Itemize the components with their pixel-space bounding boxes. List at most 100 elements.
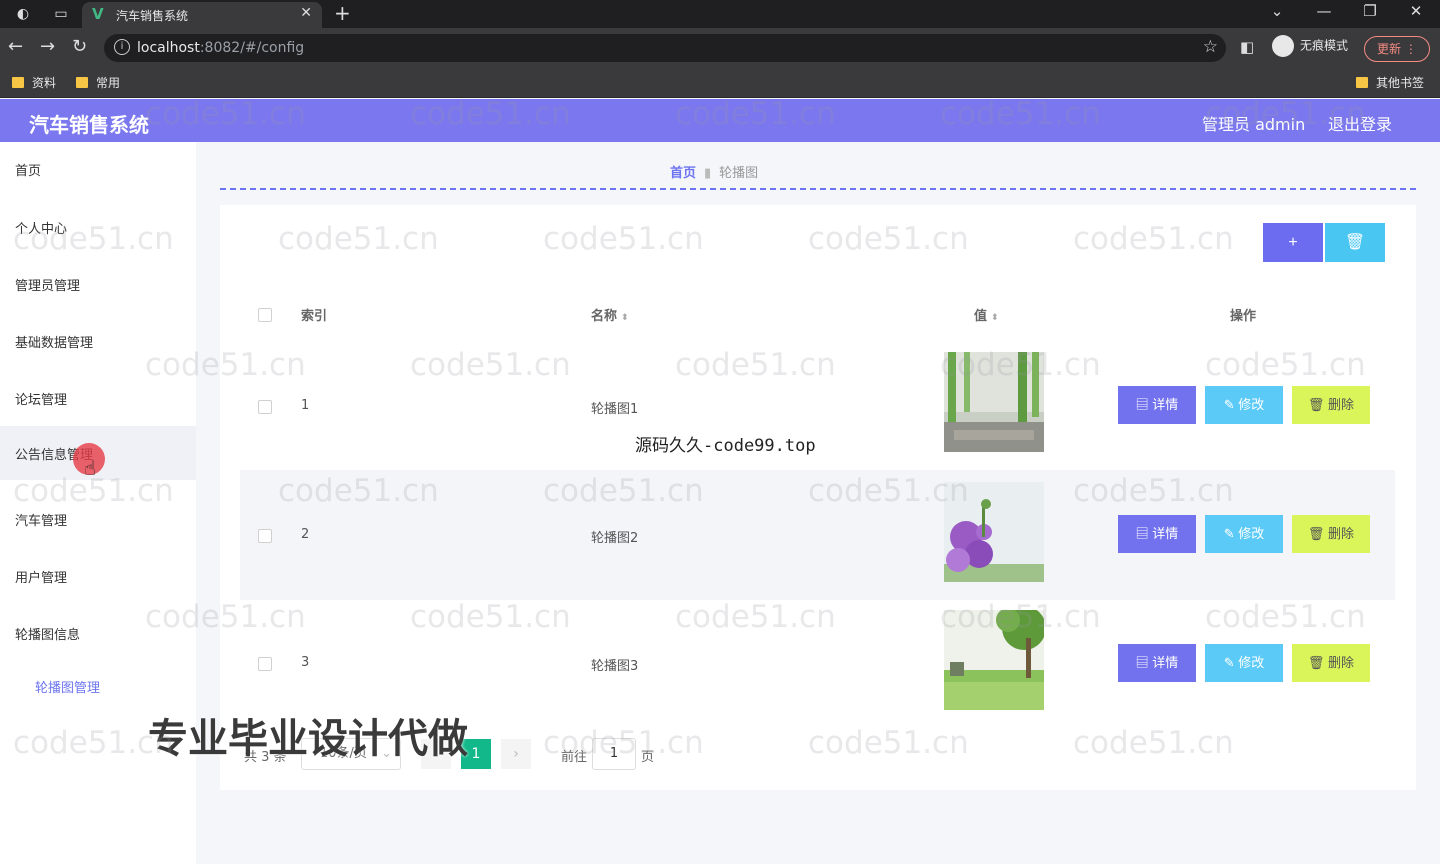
delete-button[interactable]: 🗑 删除: [1292, 644, 1370, 682]
sidebar-item-label: 汽车管理: [15, 514, 68, 529]
column-header-actions: 操作: [1230, 309, 1257, 324]
logout-link[interactable]: 退出登录: [1328, 111, 1392, 135]
sidebar-item-cars[interactable]: 汽车管理: [0, 492, 196, 546]
breadcrumb-current: 轮播图: [719, 166, 759, 181]
bookmark-label: 其他书签: [1376, 76, 1425, 90]
detail-button[interactable]: ▤ 详情: [1118, 644, 1196, 682]
row-name: 轮播图2: [591, 531, 639, 546]
sidebar-item-profile[interactable]: 个人中心: [0, 200, 196, 254]
next-page-button[interactable]: ›: [501, 739, 531, 769]
goto-page-input[interactable]: 1: [592, 738, 636, 770]
row-checkbox[interactable]: [258, 400, 272, 414]
delete-label: 删除: [1328, 526, 1355, 541]
select-all-checkbox[interactable]: [258, 308, 272, 322]
sidebar-item-label: 论坛管理: [15, 393, 68, 408]
tab-close-icon[interactable]: ✕: [300, 5, 312, 21]
other-bookmarks[interactable]: 其他书签: [1356, 74, 1424, 91]
document-icon: ▤: [1135, 526, 1153, 541]
url-host: localhost: [137, 40, 200, 56]
site-info-icon[interactable]: i: [114, 39, 130, 55]
folder-icon: [12, 77, 24, 88]
url-bar[interactable]: i localhost:8082/#/config ☆: [104, 34, 1226, 62]
vue-favicon-icon: V: [92, 5, 104, 23]
sidebar-subitem-carousel-manage[interactable]: 轮播图管理: [35, 677, 100, 696]
edit-label: 修改: [1238, 655, 1265, 670]
sort-icon[interactable]: ⬍: [991, 313, 999, 323]
sidebar-item-carousel-info[interactable]: 轮播图信息: [0, 606, 196, 660]
tab-search-icon[interactable]: ▭: [52, 5, 70, 23]
bookmark-folder-1[interactable]: 资料: [12, 74, 56, 91]
trash-icon: 🗑: [1344, 234, 1366, 251]
url-path: :8082/#/config: [199, 40, 305, 56]
row-index: 1: [301, 398, 310, 413]
reload-icon[interactable]: ↻: [72, 36, 87, 57]
detail-button[interactable]: ▤ 详情: [1118, 515, 1196, 553]
add-button[interactable]: +: [1263, 223, 1323, 262]
folder-icon: [76, 77, 88, 88]
edit-label: 修改: [1238, 526, 1265, 541]
trash-icon: 🗑: [1307, 655, 1329, 670]
bookmark-star-icon[interactable]: ☆: [1203, 37, 1218, 57]
edit-button[interactable]: ✎ 修改: [1205, 515, 1283, 553]
restore-icon[interactable]: ❐: [1350, 2, 1390, 20]
new-tab-button[interactable]: +: [334, 1, 351, 25]
sidebar-item-label: 首页: [15, 164, 42, 179]
bookmark-folder-2[interactable]: 常用: [76, 74, 120, 91]
goto-label: 前往: [561, 750, 588, 765]
column-header-index: 索引: [301, 309, 328, 324]
sidebar-item-forum[interactable]: 论坛管理: [0, 371, 196, 425]
table-row: 1 轮播图1 ▤ 详情 ✎ 修改 🗑 删除: [240, 340, 1395, 470]
sidebar-item-basic-data[interactable]: 基础数据管理: [0, 314, 196, 368]
edit-button[interactable]: ✎ 修改: [1205, 386, 1283, 424]
forward-icon[interactable]: →: [40, 36, 55, 57]
column-header-value[interactable]: 值 ⬍: [974, 305, 999, 324]
minimize-icon[interactable]: —: [1304, 2, 1344, 20]
row-checkbox[interactable]: [258, 529, 272, 543]
detail-button[interactable]: ▤ 详情: [1118, 386, 1196, 424]
sidebar-item-label: 轮播图信息: [15, 628, 81, 643]
sidebar-item-label: 管理员管理: [15, 279, 81, 294]
delete-label: 删除: [1328, 655, 1355, 670]
bookmark-label: 常用: [96, 76, 121, 90]
incognito-indicator[interactable]: 无痕模式: [1272, 35, 1348, 57]
column-header-name[interactable]: 名称 ⬍: [591, 305, 629, 324]
close-window-icon[interactable]: ✕: [1396, 2, 1436, 20]
page-suffix-label: 页: [641, 750, 655, 765]
update-label: 更新: [1377, 42, 1402, 56]
promo-overlay-text: 专业毕业设计代做: [148, 716, 468, 762]
delete-button[interactable]: 🗑 删除: [1292, 386, 1370, 424]
row-index: 2: [301, 527, 310, 542]
tab-list-icon[interactable]: ⌄: [1257, 2, 1297, 20]
back-icon[interactable]: ←: [8, 36, 23, 57]
breadcrumb-separator-icon: ▮: [704, 166, 712, 181]
trash-icon: 🗑: [1307, 526, 1329, 541]
batch-delete-button[interactable]: 🗑: [1325, 223, 1385, 262]
reading-mode-icon[interactable]: ◧: [1240, 38, 1254, 56]
trash-icon: 🗑: [1307, 397, 1329, 412]
document-icon: ▤: [1135, 655, 1153, 670]
breadcrumb-home[interactable]: 首页: [670, 166, 696, 181]
row-name: 轮播图3: [591, 659, 639, 674]
browser-tab-bar: ◐ ▭ V 汽车销售系统 ✕ + ⌄ — ❐ ✕: [0, 0, 1440, 28]
app-title: 汽车销售系统: [29, 113, 149, 137]
sidebar-item-admins[interactable]: 管理员管理: [0, 257, 196, 311]
breadcrumb-divider: [220, 188, 1416, 190]
edit-label: 修改: [1238, 397, 1265, 412]
edit-button[interactable]: ✎ 修改: [1205, 644, 1283, 682]
sidebar-item-home[interactable]: 首页: [0, 142, 196, 196]
user-name: 管理员 admin: [1202, 115, 1306, 134]
delete-button[interactable]: 🗑 删除: [1292, 515, 1370, 553]
bamboo-image: [944, 352, 1044, 452]
update-button[interactable]: 更新 ⋮: [1364, 36, 1430, 62]
bookmarks-bar: 资料 常用 其他书签: [0, 68, 1440, 98]
row-checkbox[interactable]: [258, 657, 272, 671]
breadcrumb: 首页 ▮ 轮播图: [670, 162, 758, 181]
sort-icon[interactable]: ⬍: [621, 313, 629, 323]
browser-tab[interactable]: V 汽车销售系统 ✕: [82, 2, 322, 28]
delete-label: 删除: [1328, 397, 1355, 412]
incognito-icon: [1272, 35, 1294, 57]
sidebar-item-users[interactable]: 用户管理: [0, 549, 196, 603]
browser-logo-icon: ◐: [16, 6, 30, 22]
pencil-icon: ✎: [1223, 397, 1239, 412]
column-header-name-label: 名称: [591, 309, 618, 324]
